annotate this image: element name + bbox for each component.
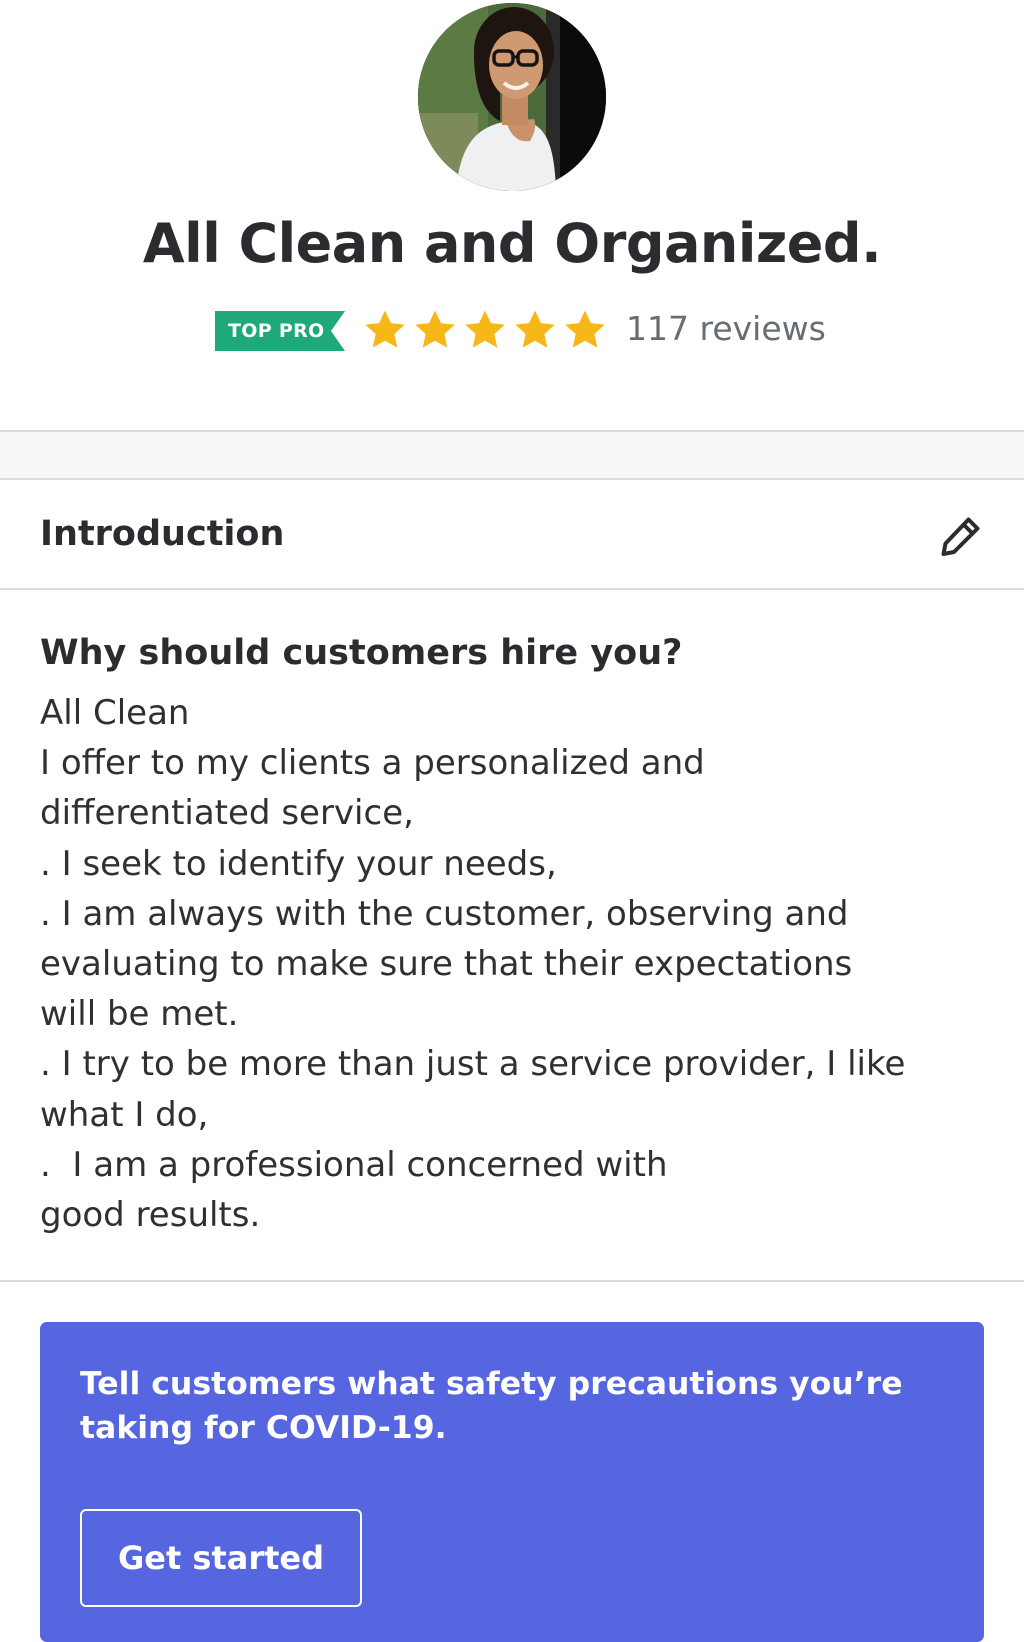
answer-line: . I seek to identify your needs,: [40, 843, 557, 884]
section-divider: [0, 430, 1024, 480]
top-pro-label: TOP PRO: [228, 320, 325, 342]
answer-line: what I do,: [40, 1094, 209, 1135]
star-icon: [415, 310, 455, 348]
why-hire-section: Why should customers hire you? All Clean…: [0, 590, 1024, 1282]
promo-text: Tell customers what safety precautions y…: [80, 1362, 940, 1450]
star-icon: [465, 310, 505, 348]
business-name: All Clean and Organized.: [142, 212, 882, 275]
rating-row: TOP PRO 117 reviews: [0, 302, 1024, 352]
question-title: Why should customers hire you?: [40, 633, 683, 673]
answer-line: . I am a professional concerned with: [40, 1144, 668, 1185]
get-started-button[interactable]: Get started: [80, 1509, 362, 1607]
covid-promo-card: Tell customers what safety precautions y…: [40, 1322, 984, 1642]
star-icon: [365, 310, 405, 348]
answer-line: evaluating to make sure that their expec…: [40, 944, 853, 985]
pencil-icon[interactable]: [938, 513, 984, 559]
promo-line: taking for COVID-19.: [80, 1410, 447, 1446]
answer-line: will be met.: [40, 994, 239, 1035]
answer-line: good results.: [40, 1195, 261, 1236]
promo-line: Tell customers what safety precautions y…: [80, 1366, 903, 1402]
review-count[interactable]: 117 reviews: [626, 304, 826, 354]
top-pro-badge: TOP PRO: [215, 311, 345, 351]
answer-line: . I try to be more than just a service p…: [40, 1044, 906, 1085]
answer-line: . I am always with the customer, observi…: [40, 893, 849, 934]
star-icon: [565, 310, 605, 348]
answer-line: differentiated service,: [40, 793, 414, 834]
star-rating: [362, 307, 608, 353]
section-title: Introduction: [40, 514, 285, 554]
avatar: [418, 3, 606, 191]
introduction-header: Introduction: [0, 480, 1024, 590]
answer-line: All Clean: [40, 693, 190, 733]
answer-text: All Clean I offer to my clients a person…: [40, 688, 1000, 1240]
profile-header: All Clean and Organized. TOP PRO 117 rev…: [0, 0, 1024, 430]
star-icon: [515, 310, 555, 348]
answer-line: I offer to my clients a personalized and: [40, 743, 705, 784]
